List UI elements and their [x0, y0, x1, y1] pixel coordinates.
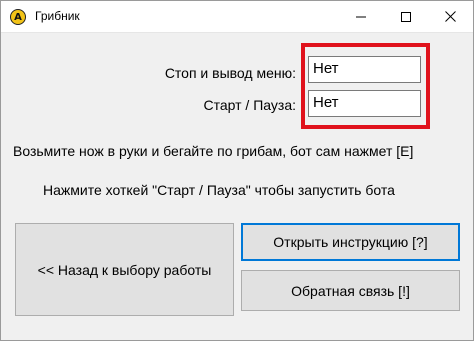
- feedback-button-label: Обратная связь [!]: [291, 282, 410, 299]
- stop-hotkey-label: Стоп и вывод меню:: [164, 65, 296, 81]
- info-text-knife: Возьмите нож в руки и бегайте по грибам,…: [13, 143, 414, 159]
- back-button-label: << Назад к выбору работы: [37, 261, 212, 278]
- back-to-job-selection-button[interactable]: << Назад к выбору работы: [15, 223, 234, 316]
- maximize-icon: [400, 11, 411, 22]
- window-title: Грибник: [35, 9, 80, 23]
- hotkey-highlight-frame: [301, 43, 430, 129]
- feedback-button[interactable]: Обратная связь [!]: [241, 270, 460, 311]
- minimize-icon: [355, 16, 366, 17]
- start-hotkey-label: Старт / Пауза:: [203, 97, 297, 113]
- app-icon-letter: A: [14, 11, 22, 23]
- close-icon: [445, 11, 456, 22]
- minimize-button[interactable]: [338, 1, 383, 32]
- info-text-start: Нажмите хоткей "Старт / Пауза" чтобы зап…: [43, 182, 395, 198]
- close-button[interactable]: [428, 1, 473, 32]
- app-window: A Грибник Стоп и вывод меню: Нет Старт /…: [0, 0, 474, 341]
- instructions-button-label: Открыть инструкцию [?]: [273, 234, 428, 250]
- app-icon: A: [10, 9, 26, 25]
- open-instructions-button[interactable]: Открыть инструкцию [?]: [241, 223, 460, 261]
- title-bar[interactable]: A Грибник: [1, 1, 473, 33]
- maximize-button[interactable]: [383, 1, 428, 32]
